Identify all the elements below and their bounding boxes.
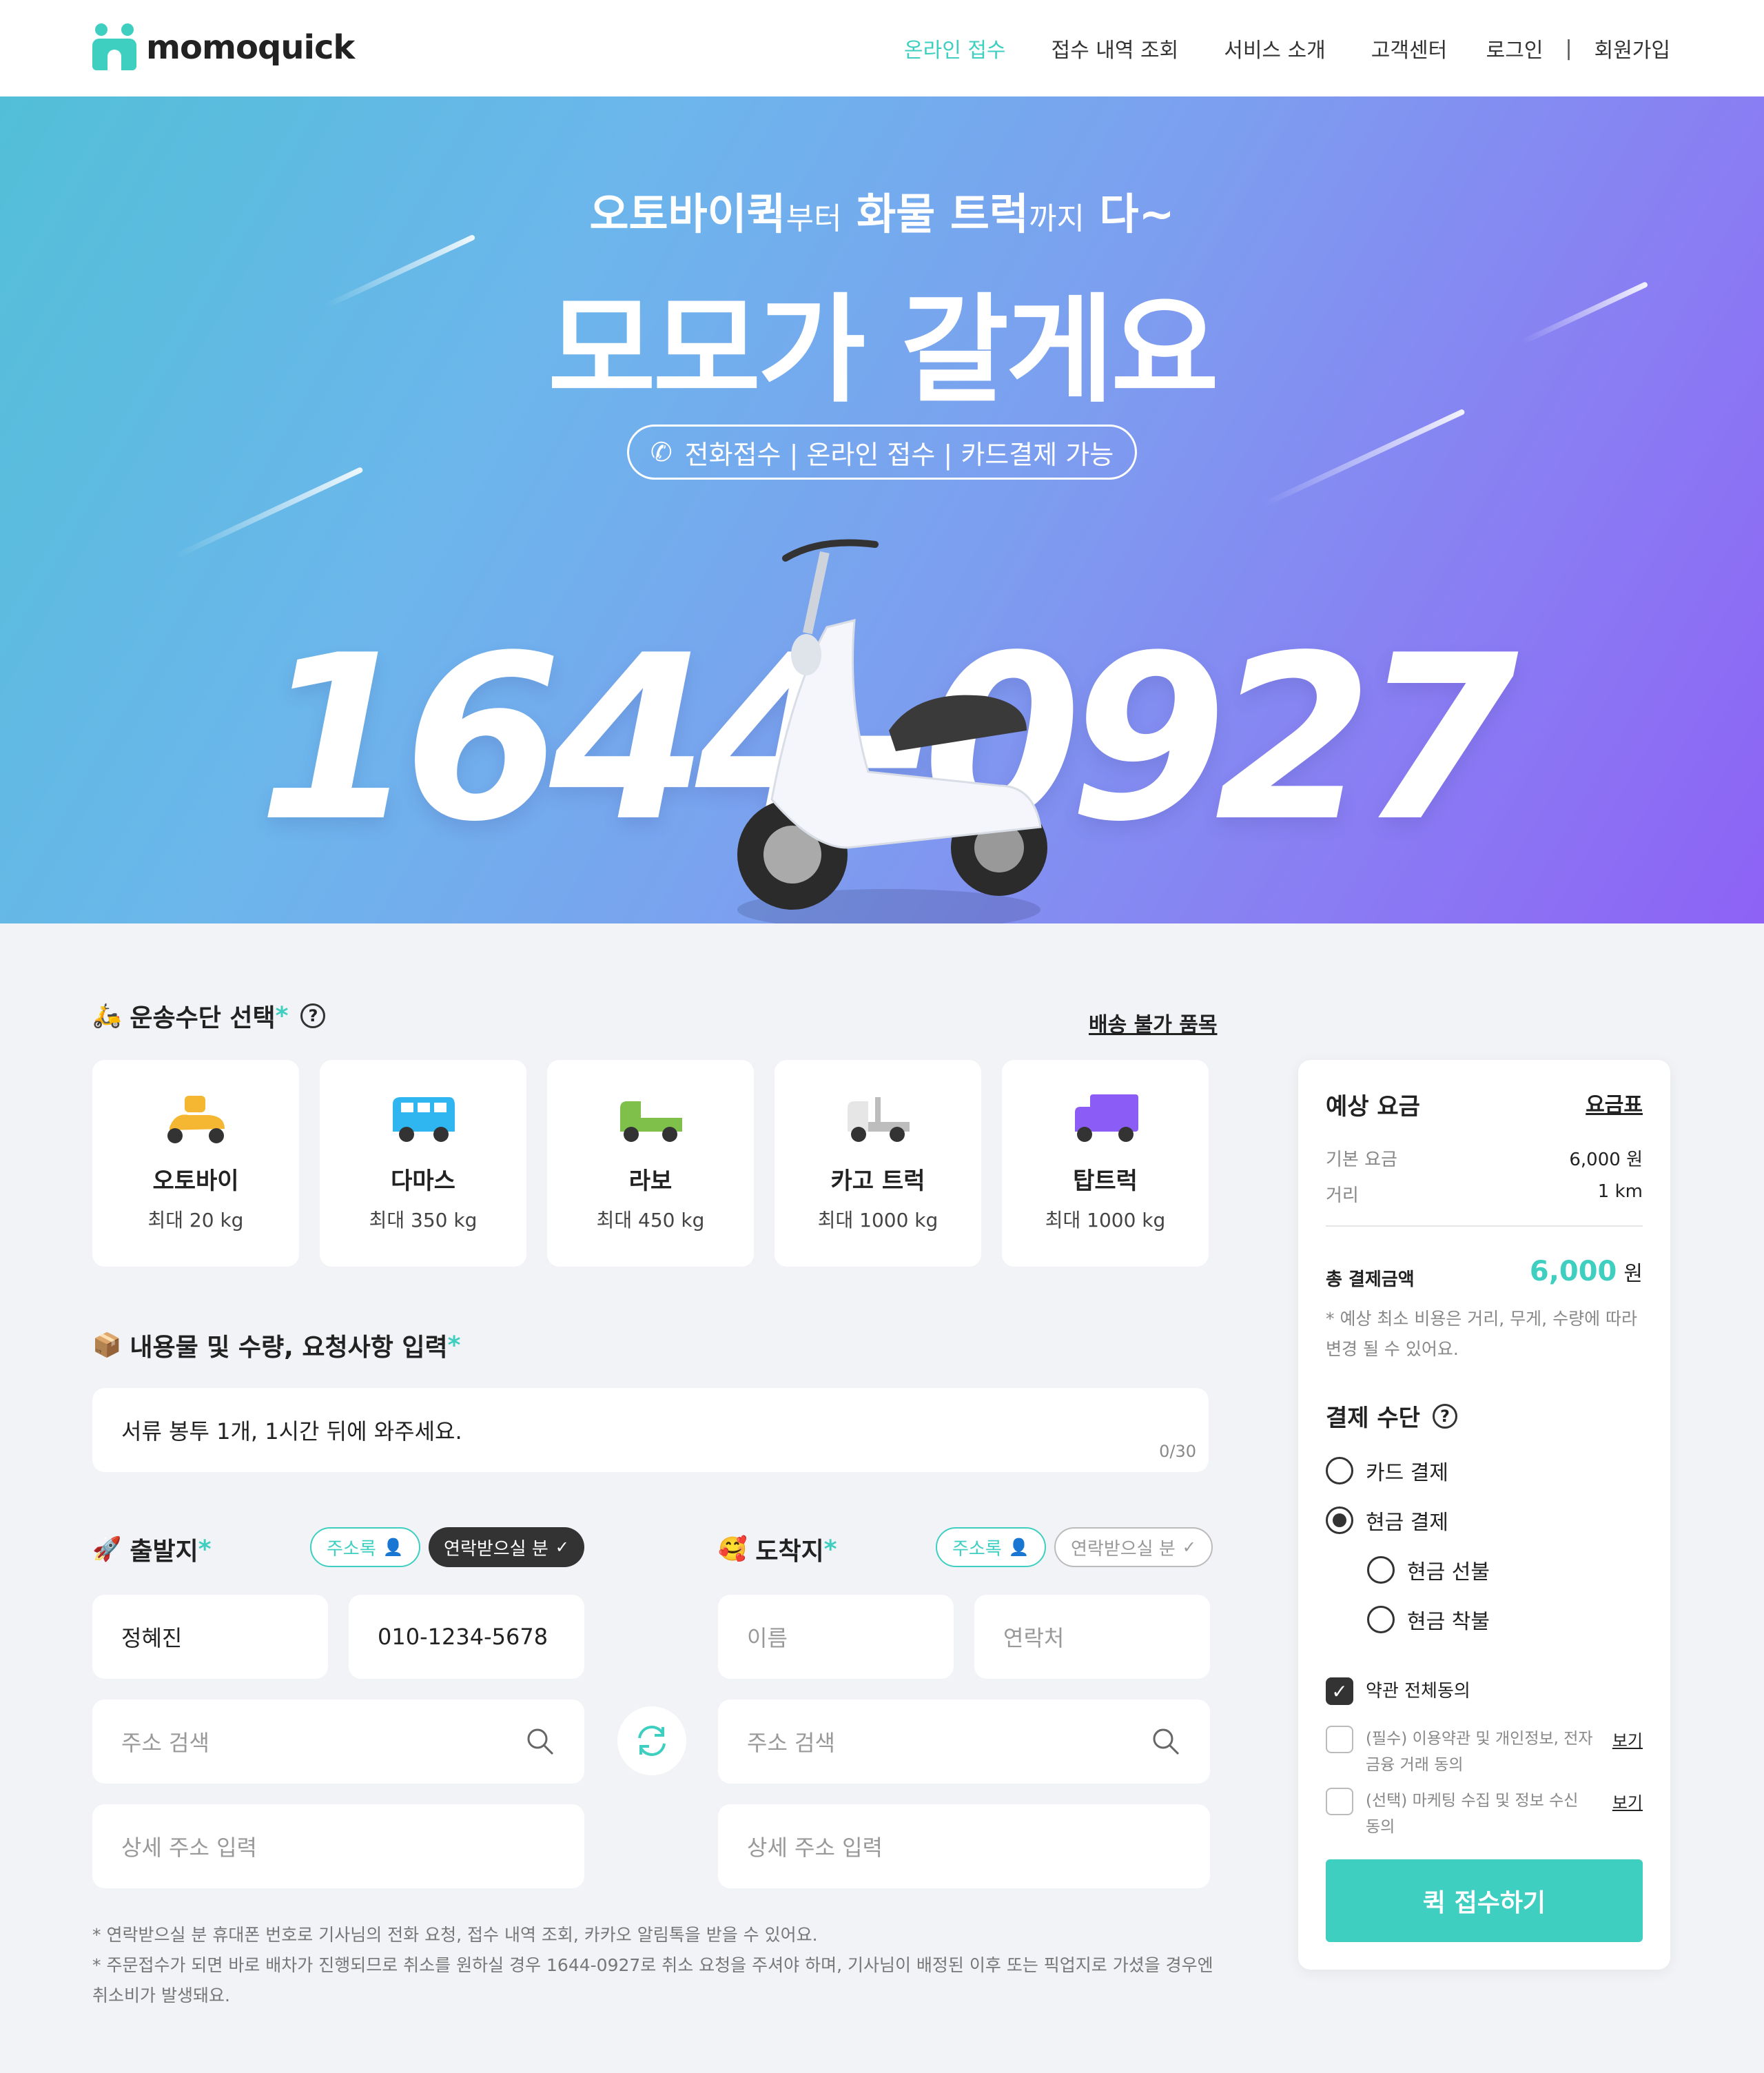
van-icon (393, 1097, 455, 1142)
agree-all-checkbox[interactable]: ✓ 약관 전체동의 (1326, 1677, 1593, 1705)
swap-addresses-button[interactable] (617, 1706, 686, 1775)
origin-contact-chip[interactable]: 연락받으실 분 ✓ (429, 1527, 584, 1567)
help-icon[interactable]: ? (1432, 1403, 1457, 1429)
mini-truck-icon (620, 1101, 682, 1142)
hero-banner: 오토바이퀵부터 화물 트럭까지 다~ 모모가 갈게요 ✆ 전화접수 | 온라인 … (0, 96, 1764, 923)
estimate-panel: 예상 요금 요금표 기본 요금 6,000 원 거리 1 km 총 결제금액 6,0… (1298, 1060, 1670, 1970)
vehicle-cargo-truck[interactable]: 카고 트럭 최대 1000 kg (775, 1060, 981, 1267)
origin-title: 🚀 출발지 * (92, 1535, 212, 1566)
distance-row: 거리 1 km (1326, 1181, 1643, 1206)
search-icon[interactable] (525, 1726, 555, 1757)
payment-method-title: 결제 수단 ? (1326, 1399, 1457, 1433)
main-nav: 온라인 접수 접수 내역 조회 서비스 소개 고객센터 (904, 33, 1493, 63)
vehicle-section-title: 🛵 운송수단 선택 * ? (92, 998, 326, 1034)
scooter-image (737, 539, 1047, 923)
check-icon: ✓ (555, 1538, 569, 1557)
agree-required-checkbox[interactable]: (필수) 이용약관 및 개인정보, 전자금융 거래 동의 (1326, 1726, 1593, 1778)
fare-table-link[interactable]: 요금표 (1586, 1087, 1643, 1118)
char-counter: 0/30 (1159, 1442, 1196, 1461)
destination-name-input[interactable]: 이름 (718, 1595, 954, 1679)
estimate-note: * 예상 최소 비용은 거리, 무게, 수량에 따라 변경 될 수 있어요. (1326, 1309, 1638, 1359)
origin-detail-address-input[interactable]: 상세 주소 입력 (92, 1804, 584, 1888)
signup-link[interactable]: 회원가입 (1594, 33, 1670, 63)
submit-order-button[interactable]: 퀵 접수하기 (1326, 1859, 1643, 1942)
logo-mark-icon (92, 23, 136, 72)
radio-unchecked-icon (1367, 1606, 1395, 1633)
radio-checked-icon (1326, 1507, 1353, 1534)
total-label: 총 결제금액 (1326, 1269, 1415, 1290)
total-amount: 6,000 원 (1529, 1256, 1643, 1287)
payment-cash-option[interactable]: 현금 결제 (1326, 1505, 1448, 1535)
base-fare-row: 기본 요금 6,000 원 (1326, 1150, 1643, 1170)
destination-phone-input[interactable]: 연락처 (974, 1595, 1210, 1679)
destination-address-book-chip[interactable]: 주소록 👤 (936, 1527, 1046, 1567)
vehicle-labo[interactable]: 라보 최대 450 kg (547, 1060, 754, 1267)
check-icon: ✓ (1182, 1538, 1196, 1557)
box-truck-icon (1075, 1094, 1138, 1142)
hero-title: 모모가 갈게요 (548, 283, 1219, 419)
agree-optional-checkbox[interactable]: (선택) 마케팅 수집 및 정보 수신 동의 (1326, 1788, 1593, 1840)
checkbox-unchecked-icon (1326, 1726, 1353, 1753)
destination-address-search[interactable]: 주소 검색 (718, 1699, 1210, 1784)
origin-name-input[interactable]: 정혜진 (92, 1595, 328, 1679)
nav-customer-center[interactable]: 고객센터 (1371, 33, 1447, 63)
motorcycle-icon (167, 1096, 225, 1143)
cash-postpaid-option[interactable]: 현금 착불 (1367, 1604, 1490, 1635)
restricted-items-link[interactable]: 배송 불가 품목 (1089, 1008, 1218, 1038)
smiling-emoji-icon: 🥰 (718, 1535, 748, 1563)
nav-service-intro[interactable]: 서비스 소개 (1224, 33, 1326, 63)
notice-text: * 연락받으실 분 휴대폰 번호로 기사님의 전화 요청, 접수 내역 조회, … (92, 1925, 1213, 2005)
login-link[interactable]: 로그인 (1486, 33, 1544, 63)
origin-phone-input[interactable]: 010-1234-5678 (349, 1595, 584, 1679)
header: momoquick 온라인 접수 접수 내역 조회 서비스 소개 고객센터 로그… (0, 0, 1764, 96)
nav-order-history[interactable]: 접수 내역 조회 (1052, 33, 1179, 63)
cash-prepaid-option[interactable]: 현금 선불 (1367, 1555, 1490, 1585)
rocket-emoji-icon: 🚀 (92, 1535, 122, 1563)
package-emoji-icon: 📦 (92, 1331, 122, 1359)
phone-icon: ✆ (650, 437, 673, 467)
checkbox-unchecked-icon (1326, 1788, 1353, 1815)
divider (1326, 1225, 1643, 1227)
vehicle-damas[interactable]: 다마스 최대 350 kg (320, 1060, 526, 1267)
logo-text: momoquick (146, 28, 355, 67)
scooter-emoji-icon: 🛵 (92, 1002, 122, 1030)
estimate-title: 예상 요금 (1326, 1093, 1420, 1121)
view-optional-terms-link[interactable]: 보기 (1612, 1789, 1643, 1813)
destination-detail-address-input[interactable]: 상세 주소 입력 (718, 1804, 1210, 1888)
checkbox-checked-icon: ✓ (1326, 1677, 1353, 1705)
contents-section-title: 📦 내용물 및 수량, 요청사항 입력 * (92, 1331, 461, 1362)
swap-refresh-icon (638, 1726, 666, 1756)
help-icon[interactable]: ? (300, 1003, 326, 1028)
cargo-truck-icon (848, 1097, 910, 1142)
auth-divider: | (1565, 36, 1572, 61)
vehicle-top-truck[interactable]: 탑트럭 최대 1000 kg (1002, 1060, 1209, 1267)
destination-title: 🥰 도착지 * (718, 1535, 837, 1566)
payment-card-option[interactable]: 카드 결제 (1326, 1456, 1448, 1486)
service-pill: ✆ 전화접수 | 온라인 접수 | 카드결제 가능 (627, 425, 1137, 480)
person-icon: 👤 (382, 1538, 404, 1557)
vehicle-list: 오토바이 최대 20 kg 다마스 최대 350 kg 라보 최대 450 kg… (92, 1060, 1209, 1267)
vehicle-motorcycle[interactable]: 오토바이 최대 20 kg (92, 1060, 299, 1267)
hero-subtitle: 오토바이퀵부터 화물 트럭까지 다~ (589, 189, 1175, 239)
search-icon[interactable] (1151, 1726, 1181, 1757)
person-icon: 👤 (1008, 1538, 1029, 1557)
origin-address-book-chip[interactable]: 주소록 👤 (310, 1527, 420, 1567)
radio-unchecked-icon (1367, 1556, 1395, 1584)
logo[interactable]: momoquick (92, 23, 355, 72)
radio-unchecked-icon (1326, 1457, 1353, 1484)
destination-contact-chip[interactable]: 연락받으실 분 ✓ (1054, 1527, 1213, 1567)
shooting-star (174, 466, 364, 560)
view-required-terms-link[interactable]: 보기 (1612, 1727, 1643, 1751)
contents-input[interactable]: 서류 봉투 1개, 1시간 뒤에 와주세요. 0/30 (92, 1388, 1209, 1472)
nav-online-order[interactable]: 온라인 접수 (904, 33, 1006, 63)
auth-links: 로그인 | 회원가입 (1486, 33, 1670, 63)
origin-address-search[interactable]: 주소 검색 (92, 1699, 584, 1784)
